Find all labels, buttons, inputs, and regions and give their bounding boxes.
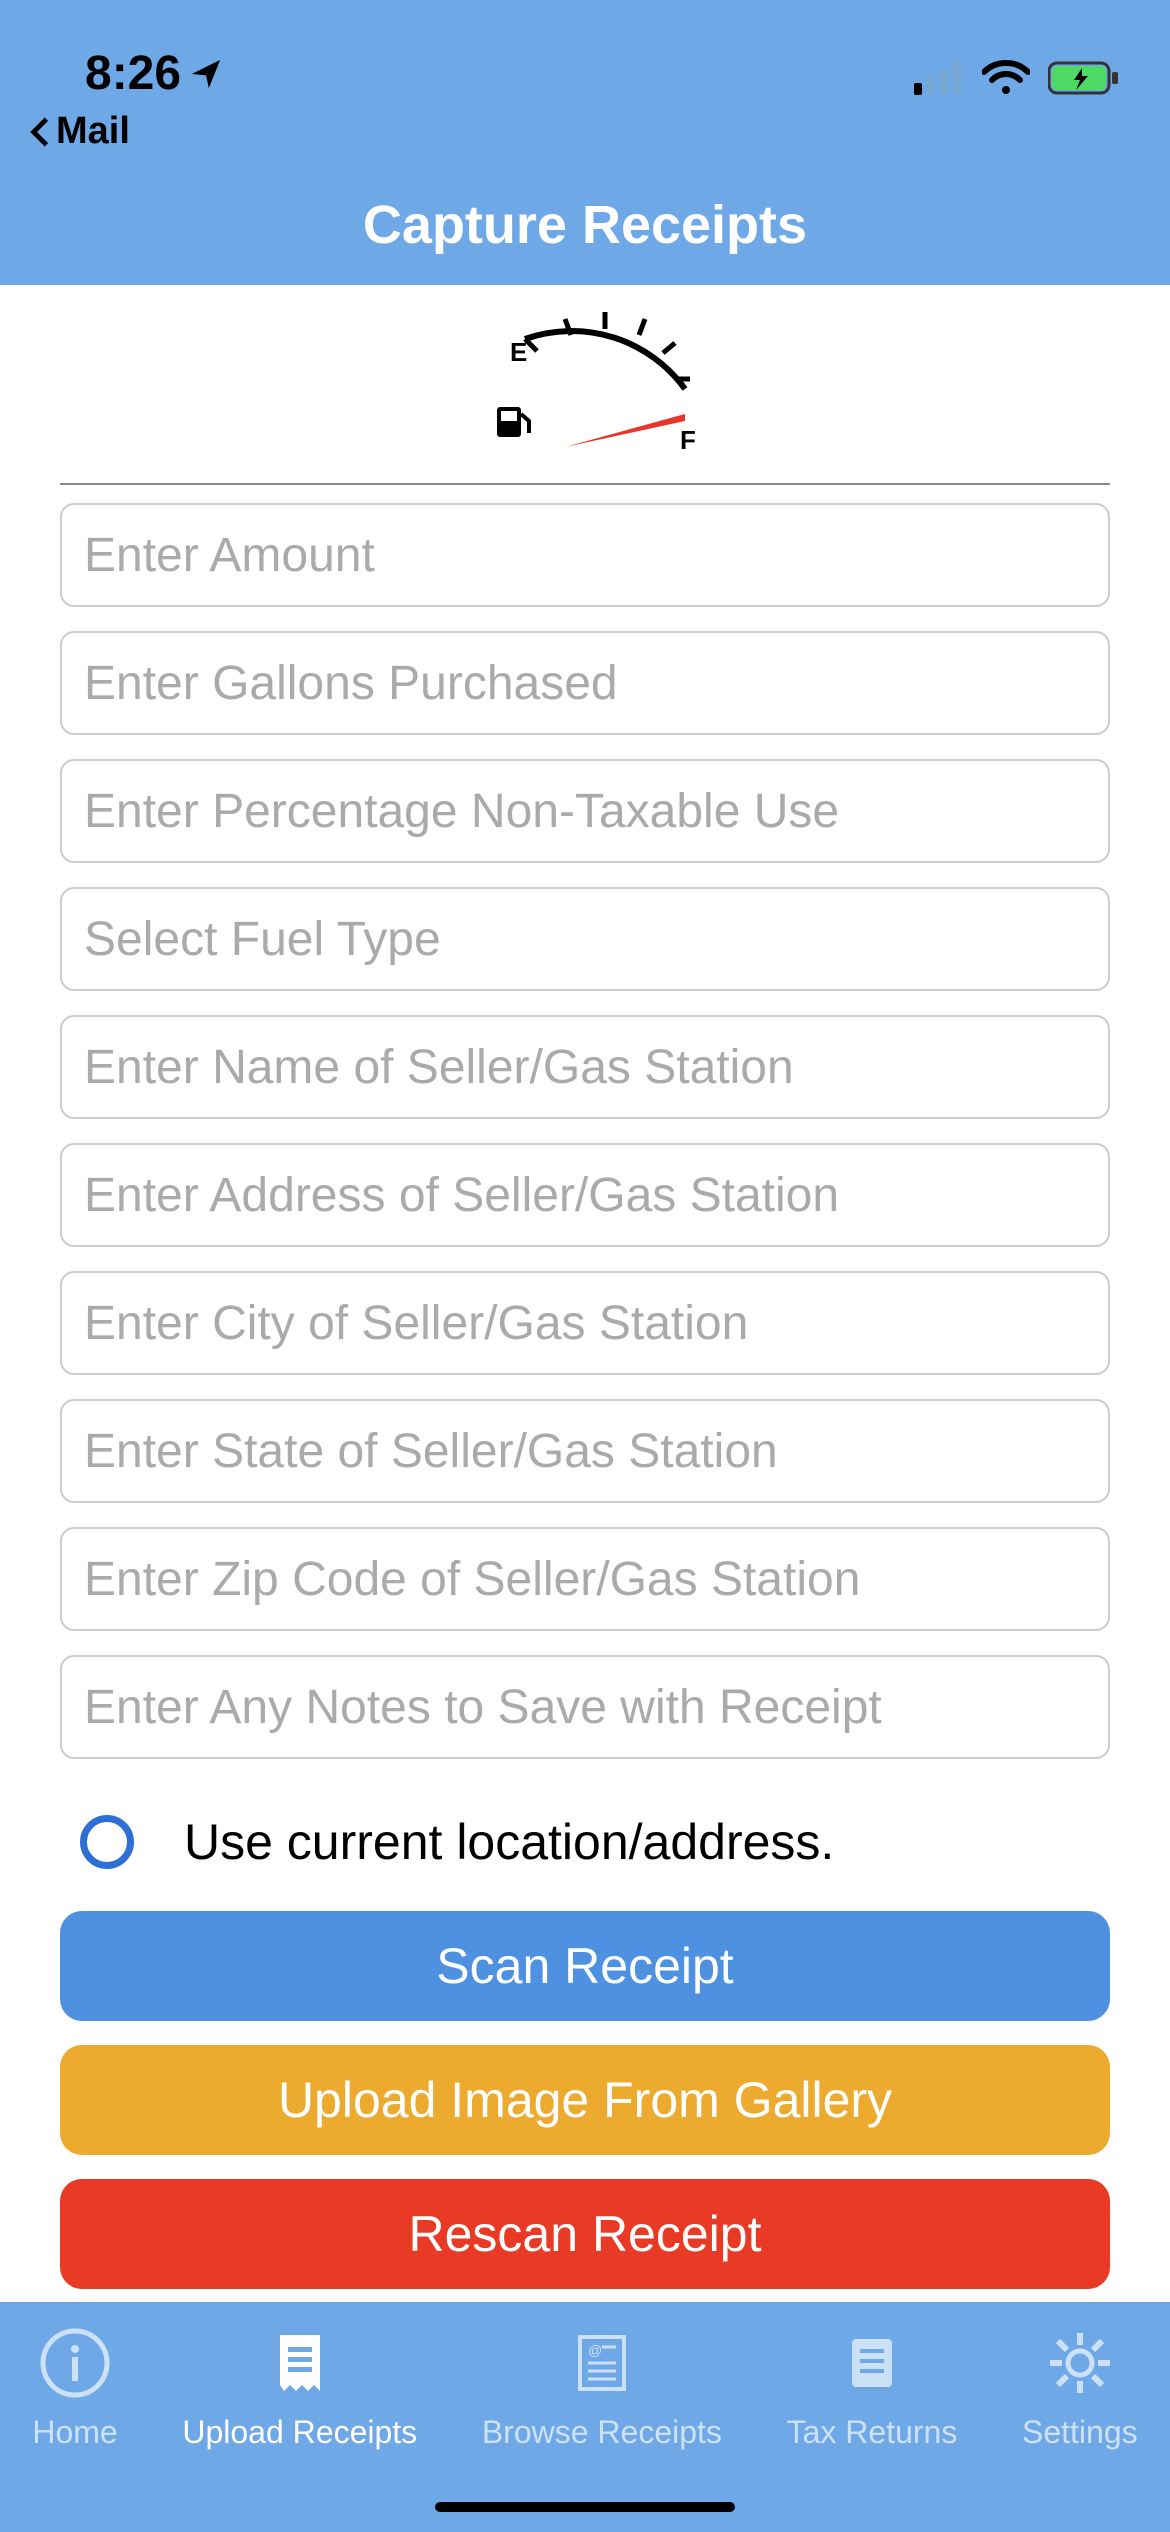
location-arrow-icon [189, 57, 223, 91]
tab-bar: Home Upload Receipts @ Browse Receipts T… [0, 2302, 1170, 2532]
status-time: 8:26 [85, 46, 223, 101]
receipt-form: Use current location/address. Scan Recei… [0, 485, 1170, 2289]
chevron-left-icon [28, 116, 52, 148]
tab-home[interactable]: Home [32, 2324, 117, 2451]
percentage-input[interactable] [60, 759, 1110, 863]
cellular-signal-icon [914, 61, 964, 95]
radio-icon [80, 1815, 134, 1869]
tab-browse-label: Browse Receipts [482, 2414, 722, 2451]
page-title: Capture Receipts [363, 194, 807, 256]
seller-city-input[interactable] [60, 1271, 1110, 1375]
gauge-empty-label: E [510, 337, 527, 367]
gallons-input[interactable] [60, 631, 1110, 735]
tab-home-label: Home [32, 2414, 117, 2451]
document-icon: @ [563, 2324, 641, 2402]
fuel-type-select[interactable] [60, 887, 1110, 991]
page-header: Capture Receipts [0, 165, 1170, 285]
time-text: 8:26 [85, 46, 181, 101]
rescan-receipt-button[interactable]: Rescan Receipt [60, 2179, 1110, 2289]
tab-upload-receipts[interactable]: Upload Receipts [182, 2324, 417, 2451]
wifi-icon [982, 60, 1030, 96]
gear-icon [1041, 2324, 1119, 2402]
seller-name-input[interactable] [60, 1015, 1110, 1119]
seller-state-input[interactable] [60, 1399, 1110, 1503]
tab-settings-label: Settings [1022, 2414, 1138, 2451]
seller-zip-input[interactable] [60, 1527, 1110, 1631]
tab-tax-label: Tax Returns [787, 2414, 958, 2451]
battery-charging-icon [1048, 60, 1120, 96]
svg-text:@: @ [588, 2342, 602, 2358]
use-location-row[interactable]: Use current location/address. [60, 1783, 1110, 1911]
tab-settings[interactable]: Settings [1022, 2324, 1138, 2451]
back-to-mail[interactable]: Mail [28, 110, 130, 153]
fuel-gauge-image: E F [60, 285, 1110, 485]
seller-address-input[interactable] [60, 1143, 1110, 1247]
scan-receipt-button[interactable]: Scan Receipt [60, 1911, 1110, 2021]
home-indicator[interactable] [435, 2502, 735, 2512]
status-bar: 8:26 Mail [0, 0, 1170, 165]
receipt-icon [261, 2324, 339, 2402]
gauge-full-label: F [680, 425, 696, 455]
notes-input[interactable] [60, 1655, 1110, 1759]
tab-upload-label: Upload Receipts [182, 2414, 417, 2451]
tab-browse-receipts[interactable]: @ Browse Receipts [482, 2324, 722, 2451]
use-location-label: Use current location/address. [184, 1813, 834, 1871]
form-icon [833, 2324, 911, 2402]
amount-input[interactable] [60, 503, 1110, 607]
upload-image-button[interactable]: Upload Image From Gallery [60, 2045, 1110, 2155]
status-icons [914, 60, 1120, 96]
info-icon [36, 2324, 114, 2402]
back-label: Mail [56, 110, 130, 153]
tab-tax-returns[interactable]: Tax Returns [787, 2324, 958, 2451]
